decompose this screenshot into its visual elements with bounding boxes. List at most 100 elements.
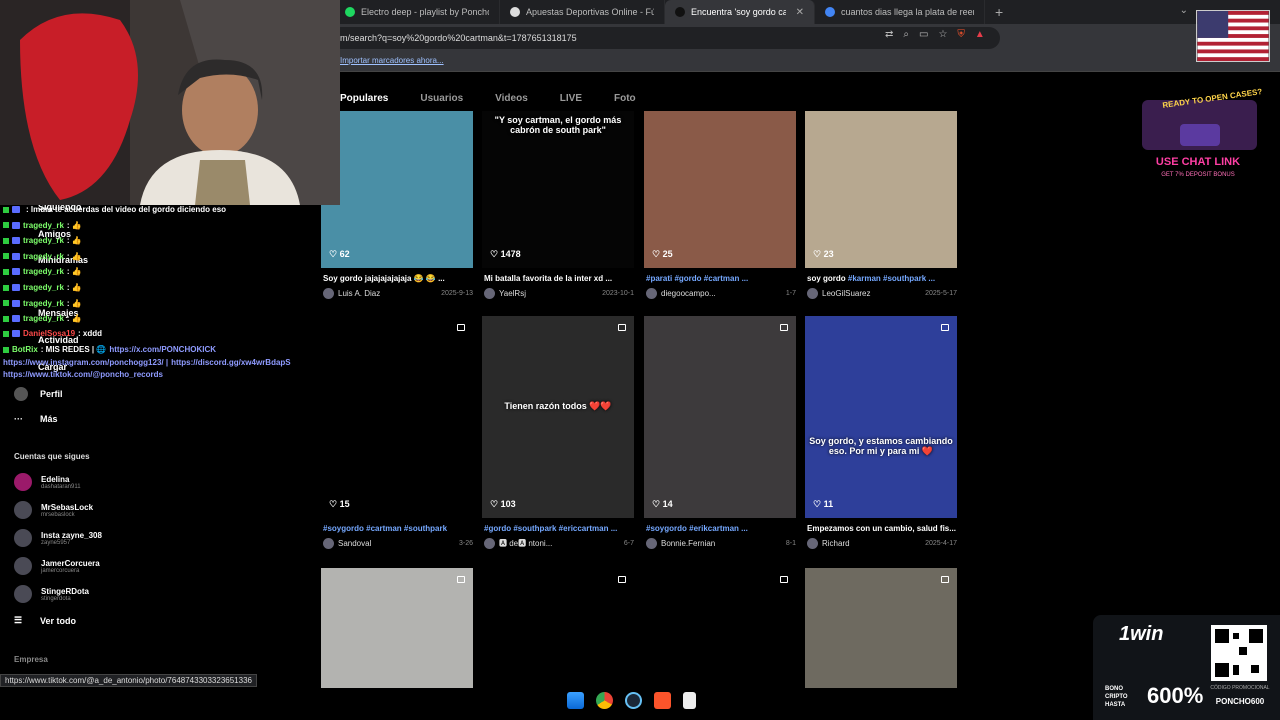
video-thumbnail[interactable]: ♡ 23 — [805, 111, 957, 268]
author-name[interactable]: Sandoval — [338, 539, 371, 548]
video-thumbnail[interactable]: ♡ 25 — [644, 111, 796, 268]
social-link[interactable]: https://discord.gg/xw4wrBdapS — [171, 358, 291, 367]
new-tab-button[interactable]: + — [985, 4, 1013, 20]
video-author-row[interactable]: Luis A. Diaz 2025-9-13 — [323, 288, 473, 299]
video-caption[interactable]: #soygordo #cartman #southpark — [323, 524, 473, 533]
hashtag-link[interactable]: #gordo #southpark #ericcartman ... — [484, 524, 617, 533]
video-thumbnail[interactable]: ♡ 62 — [321, 111, 473, 268]
social-link[interactable]: https://www.instagram.com/ponchogg123/ | — [3, 358, 168, 367]
social-link[interactable]: https://www.tiktok.com/@poncho_records — [3, 370, 163, 379]
video-thumbnail[interactable] — [482, 568, 634, 688]
hashtag-link[interactable]: #soygordo #erikcartman ... — [646, 524, 748, 533]
followed-account[interactable]: Edelina dashataran911 — [14, 473, 81, 491]
video-caption[interactable]: Empezamos con un cambio, salud fis... — [807, 524, 957, 533]
video-card[interactable]: "Y soy cartman, el gordo más cabrón de s… — [482, 111, 634, 299]
tab-populares[interactable]: Populares — [340, 93, 388, 104]
rewards-icon[interactable]: ▲ — [975, 29, 985, 40]
video-author-row[interactable]: diegoocampo... 1-7 — [646, 288, 796, 299]
video-thumbnail[interactable]: "Y soy cartman, el gordo más cabrón de s… — [482, 111, 634, 268]
chat-badge-icon — [3, 237, 9, 244]
author-name[interactable]: diegoocampo... — [661, 289, 716, 298]
followed-account[interactable]: StingeRDota stingerdota — [14, 585, 89, 603]
video-card[interactable]: ♡ 62 Soy gordo jajajajajajaja 😂 😂 ... Luis… — [321, 111, 473, 299]
footer-empresa[interactable]: Empresa — [14, 655, 48, 664]
author-name[interactable]: YaelRsj — [499, 289, 526, 298]
video-card[interactable]: ♡ 23 soy gordo #karman #southpark ... LeoG… — [805, 111, 957, 299]
us-flag-icon — [1196, 10, 1270, 62]
author-name[interactable]: Bonnie.Fernian — [661, 539, 715, 548]
like-count: ♡ 25 — [652, 249, 673, 259]
video-caption[interactable]: Soy gordo jajajajajajaja 😂 😂 ... — [323, 274, 473, 283]
tab-close-icon[interactable]: ✕ — [796, 7, 804, 18]
brave-shield-icon[interactable]: ⛨ — [957, 29, 965, 40]
video-author-row[interactable]: 🅰 de🅰 ntoni... 6-7 — [484, 538, 634, 549]
browser-tab[interactable]: Apuestas Deportivas Online - Fútbol — [500, 0, 665, 24]
video-card[interactable]: ♡ 15 #soygordo #cartman #southpark Sandova… — [321, 316, 473, 549]
browser-tab[interactable]: Electro deep - playlist by PonchoKick — [335, 0, 500, 24]
file-icon[interactable] — [683, 692, 696, 709]
video-thumbnail[interactable]: Tienen razón todos ❤️❤️ ♡ 103 — [482, 316, 634, 518]
video-card[interactable]: ♡ 14 #soygordo #erikcartman ... Bonnie.Fer… — [644, 316, 796, 549]
author-avatar — [323, 538, 334, 549]
browser-tab[interactable]: cuantos dias llega la plata de reemb — [815, 0, 985, 24]
video-thumbnail[interactable] — [644, 568, 796, 688]
video-card[interactable] — [644, 568, 796, 688]
import-bookmarks-link[interactable]: Importar marcadores ahora... — [340, 56, 444, 65]
video-author-row[interactable]: LeoGilSuarez 2025-5-17 — [807, 288, 957, 299]
sidebar-item-mas[interactable]: ··· Más — [14, 414, 58, 424]
tab-usuarios[interactable]: Usuarios — [420, 93, 463, 104]
see-all-button[interactable]: ☰ Ver todo — [14, 615, 76, 626]
sidebar-item-perfil[interactable]: Perfil — [14, 387, 63, 401]
chrome-icon[interactable] — [596, 692, 613, 709]
tab-live[interactable]: LIVE — [560, 93, 582, 104]
video-card[interactable]: Soy gordo, y estamos cambiando eso. Por … — [805, 316, 957, 549]
social-link[interactable]: https://x.com/PONCHOKICK — [109, 345, 216, 354]
video-caption[interactable]: #gordo #southpark #ericcartman ... — [484, 524, 634, 533]
video-card[interactable]: ♡ 25 #parati #gordo #cartman ... diegoocam… — [644, 111, 796, 299]
author-name[interactable]: 🅰 de🅰 ntoni... — [499, 538, 552, 549]
video-thumbnail[interactable]: ♡ 14 — [644, 316, 796, 518]
cast-icon[interactable]: ▭ — [919, 29, 928, 40]
video-card[interactable]: Tienen razón todos ❤️❤️ ♡ 103 #gordo #sout… — [482, 316, 634, 549]
author-avatar — [484, 288, 495, 299]
followed-account-name: Insta zayne_308 — [41, 530, 102, 540]
tab-foto[interactable]: Foto — [614, 93, 636, 104]
video-caption[interactable]: soy gordo #karman #southpark ... — [807, 274, 957, 283]
steam-icon[interactable] — [625, 692, 642, 709]
zoom-icon[interactable]: ⌕ — [903, 29, 909, 40]
hashtag-link[interactable]: #karman #southpark ... — [848, 274, 935, 283]
tab-videos[interactable]: Videos — [495, 93, 528, 104]
video-caption[interactable]: #parati #gordo #cartman ... — [646, 274, 796, 283]
video-caption[interactable]: #soygordo #erikcartman ... — [646, 524, 796, 533]
video-thumbnail[interactable] — [805, 568, 957, 688]
translate-icon[interactable]: ⇄ — [885, 29, 893, 40]
author-avatar — [646, 538, 657, 549]
followed-account[interactable]: Insta zayne_308 zayne5957 — [14, 529, 102, 547]
video-author-row[interactable]: Richard 2025-4-17 — [807, 538, 957, 549]
chat-message: tragedy_rk: 👍 — [3, 252, 82, 261]
author-name[interactable]: Luis A. Diaz — [338, 289, 380, 298]
browser-tab[interactable]: Encuentra 'soy gordo cartman' e ✕ — [665, 0, 815, 24]
star-icon[interactable]: ☆ — [938, 29, 947, 40]
followed-account[interactable]: JamerCorcuera jamercorcuera — [14, 557, 100, 575]
brave-icon[interactable] — [654, 692, 671, 709]
video-author-row[interactable]: YaelRsj 2023-10-1 — [484, 288, 634, 299]
author-name[interactable]: LeoGilSuarez — [822, 289, 870, 298]
hashtag-link[interactable]: #parati #gordo #cartman ... — [646, 274, 748, 283]
video-card[interactable] — [805, 568, 957, 688]
video-caption[interactable]: Mi batalla favorita de la inter xd ... — [484, 274, 634, 283]
video-thumbnail[interactable] — [321, 568, 473, 688]
author-name[interactable]: Richard — [822, 539, 850, 548]
qr-code-icon — [1211, 625, 1267, 681]
video-card[interactable] — [482, 568, 634, 688]
chat-username: tragedy_rk — [23, 267, 64, 277]
followed-account[interactable]: MrSebasLock mrsebaslock — [14, 501, 93, 519]
video-card[interactable] — [321, 568, 473, 688]
windows-start-icon[interactable] — [567, 692, 584, 709]
video-thumbnail[interactable]: Soy gordo, y estamos cambiando eso. Por … — [805, 316, 957, 518]
tab-search-menu[interactable]: ⌄ — [1180, 5, 1188, 16]
video-author-row[interactable]: Bonnie.Fernian 8-1 — [646, 538, 796, 549]
video-author-row[interactable]: Sandoval 3-26 — [323, 538, 473, 549]
hashtag-link[interactable]: #soygordo #cartman #southpark — [323, 524, 447, 533]
video-thumbnail[interactable]: ♡ 15 — [321, 316, 473, 518]
